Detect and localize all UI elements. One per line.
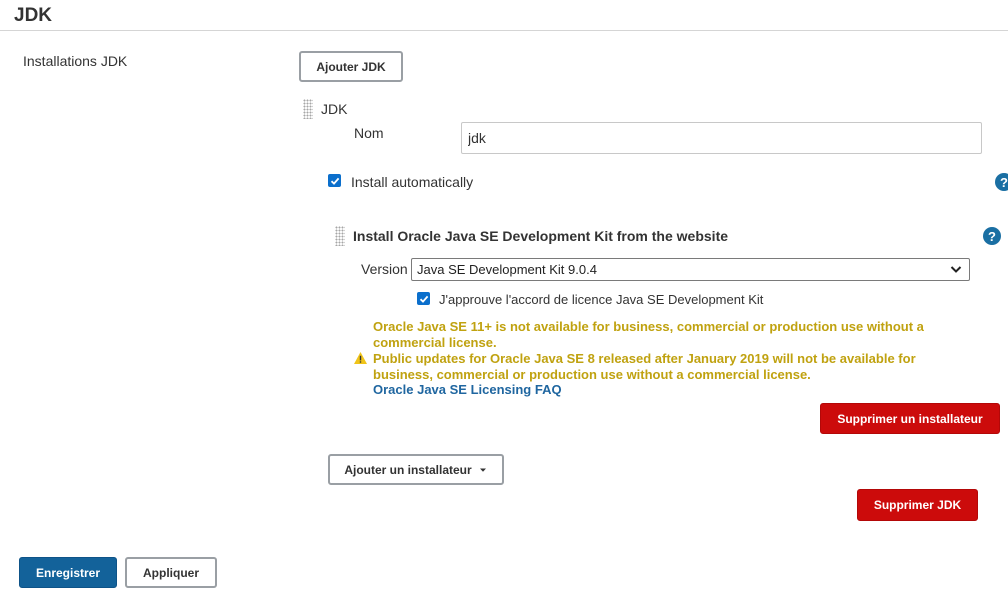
version-label: Version: [361, 261, 408, 277]
installations-jdk-label: Installations JDK: [23, 53, 128, 69]
license-label: J'approuve l'accord de licence Java SE D…: [439, 292, 764, 307]
section-title: JDK: [14, 5, 53, 26]
add-installer-button[interactable]: Ajouter un installateur: [328, 454, 504, 485]
install-automatically-label: Install automatically: [351, 174, 474, 190]
installer-title: Install Oracle Java SE Development Kit f…: [353, 228, 729, 244]
add-jdk-button[interactable]: Ajouter JDK: [299, 51, 403, 82]
name-input[interactable]: [461, 122, 982, 154]
warning-java-8: Public updates for Oracle Java SE 8 rele…: [373, 351, 916, 382]
checkmark-icon: [419, 295, 428, 303]
licensing-faq-link[interactable]: Oracle Java SE Licensing FAQ: [373, 382, 562, 397]
drag-handle-icon[interactable]: [335, 226, 345, 246]
warning-triangle-icon: [354, 352, 367, 364]
warning-java-11: Oracle Java SE 11+ is not available for …: [373, 319, 924, 350]
checkmark-icon: [330, 177, 339, 185]
help-icon[interactable]: ?: [983, 227, 1001, 245]
chevron-down-icon: [950, 266, 962, 273]
help-icon[interactable]: ?: [995, 173, 1008, 191]
add-installer-label: Ajouter un installateur: [344, 462, 472, 477]
caret-down-icon: [479, 468, 486, 472]
install-automatically-checkbox[interactable]: [328, 174, 341, 187]
save-button[interactable]: Enregistrer: [19, 557, 117, 588]
version-select[interactable]: Java SE Development Kit 9.0.4: [411, 258, 970, 281]
drag-handle-icon[interactable]: [303, 99, 313, 119]
remove-installer-button[interactable]: Supprimer un installateur: [820, 403, 1000, 434]
section-divider: [0, 30, 1008, 31]
jdk-block-header: JDK: [321, 101, 348, 117]
license-checkbox[interactable]: [417, 292, 430, 305]
name-label: Nom: [354, 125, 384, 141]
version-select-value: Java SE Development Kit 9.0.4: [417, 262, 597, 277]
apply-button[interactable]: Appliquer: [125, 557, 217, 588]
remove-jdk-button[interactable]: Supprimer JDK: [857, 489, 978, 521]
